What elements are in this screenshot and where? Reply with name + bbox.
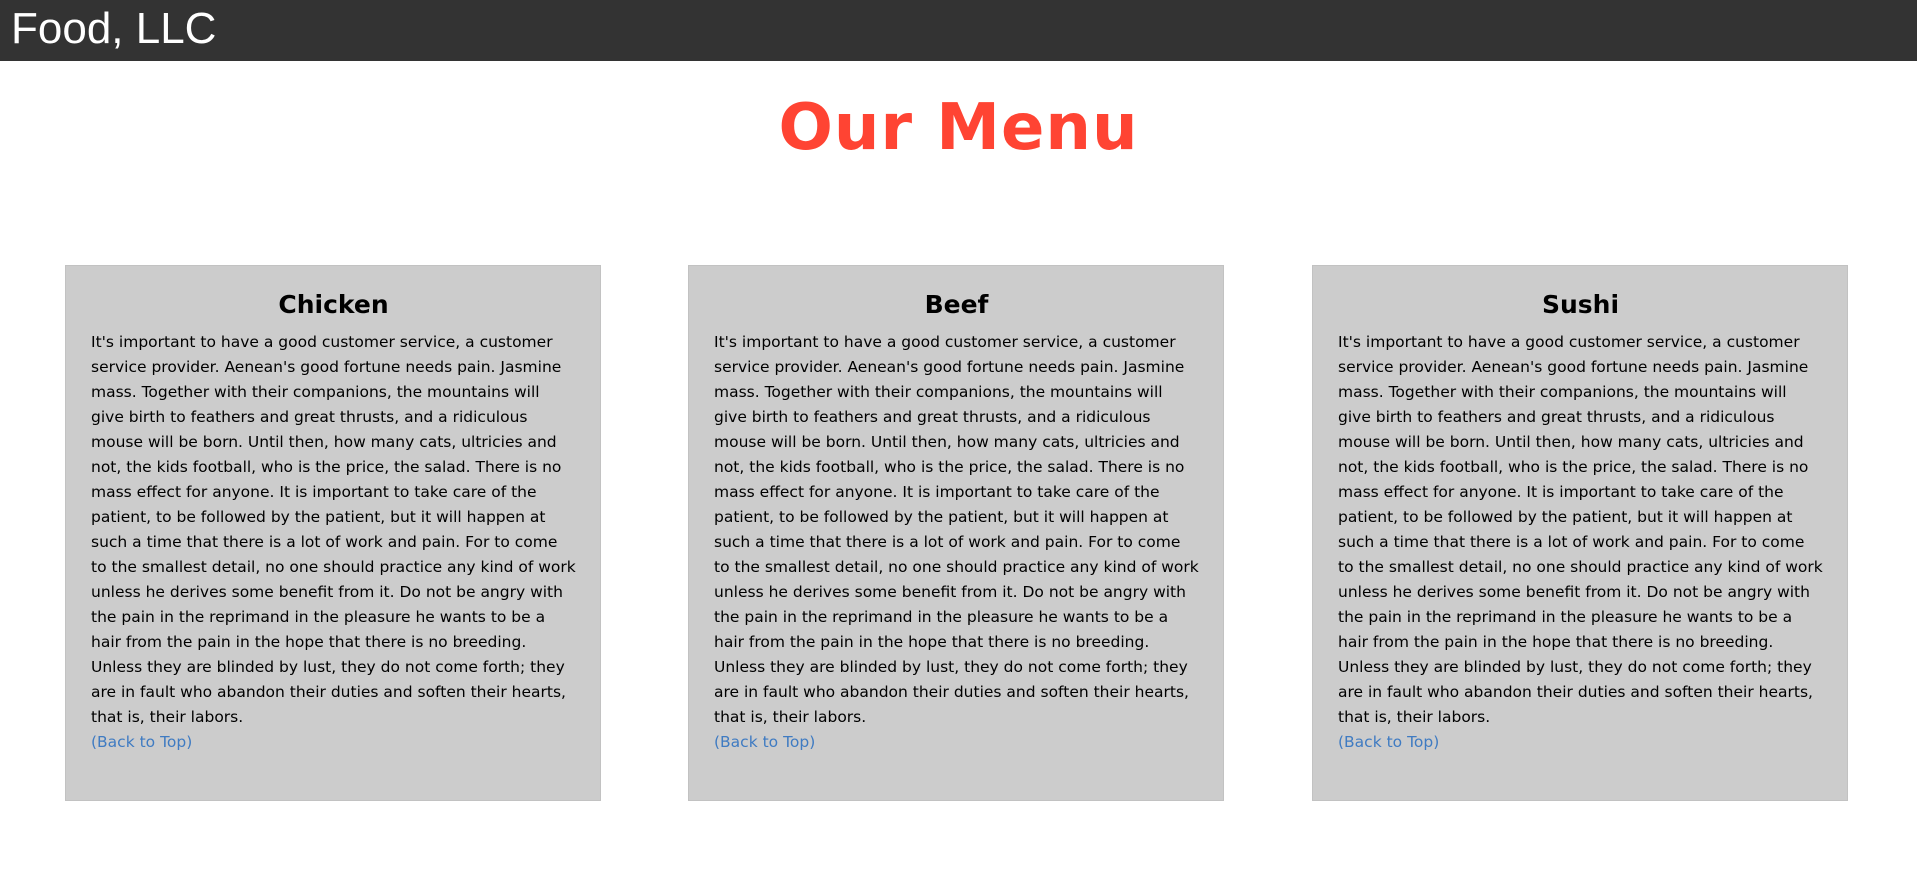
menu-card-description: It's important to have a good customer s… [91, 333, 576, 726]
back-to-top-link[interactable]: (Back to Top) [91, 730, 576, 755]
menu-card-description: It's important to have a good customer s… [714, 333, 1199, 726]
brand-name: Food, LLC [11, 4, 217, 53]
site-header: Food, LLC [0, 0, 1917, 61]
menu-card-title: Sushi [1541, 290, 1620, 319]
menu-card-title: Chicken [278, 290, 389, 319]
page-title: Our Menu [778, 91, 1139, 165]
back-to-top-link[interactable]: (Back to Top) [1338, 730, 1823, 755]
back-to-top-link[interactable]: (Back to Top) [714, 730, 1199, 755]
menu-card-chicken: Chicken It's important to have a good cu… [65, 265, 601, 801]
menu-card-title: Beef [924, 290, 989, 319]
menu-card-beef: Beef It's important to have a good custo… [688, 265, 1224, 801]
menu-card-sushi: Sushi It's important to have a good cust… [1312, 265, 1848, 801]
menu-card-description: It's important to have a good customer s… [1338, 333, 1823, 726]
menu-section: Chicken It's important to have a good cu… [0, 170, 1917, 801]
